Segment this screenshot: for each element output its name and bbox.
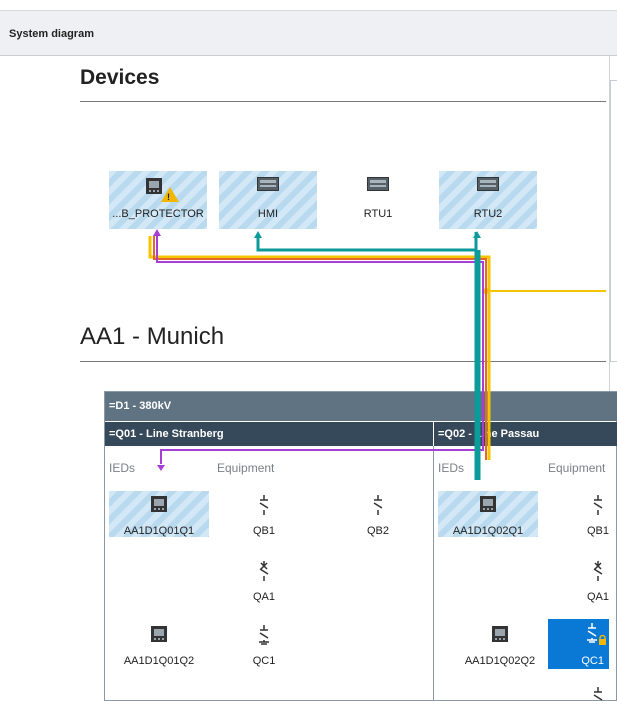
device-b-protector[interactable]: ! ...B_PROTECTOR: [109, 171, 207, 229]
equipment-column-header: Equipment: [217, 461, 275, 475]
device-label: RTU2: [473, 208, 503, 220]
equipment-qa1[interactable]: QA1: [214, 557, 314, 603]
voltage-level-header[interactable]: =D1 - 380kV: [105, 392, 617, 421]
ied-aa1d1q01q2[interactable]: AA1D1Q01Q2: [109, 621, 209, 667]
equipment-partial[interactable]: [548, 685, 609, 701]
equipment-qc1[interactable]: QC1: [214, 621, 314, 667]
circuit-breaker-icon: [257, 561, 271, 586]
ied-icon: [150, 625, 168, 648]
circuit-breaker-icon: [591, 561, 605, 586]
substation-section-divider: [80, 361, 606, 362]
computer-icon: [367, 177, 389, 196]
equipment-qb1[interactable]: QB1: [548, 491, 609, 537]
devices-section-divider: [80, 101, 606, 102]
ied-aa1d1q01q1[interactable]: AA1D1Q01Q1: [109, 491, 209, 537]
equipment-qb2[interactable]: QB2: [328, 491, 428, 537]
computer-icon: [477, 177, 499, 196]
lock-icon: [598, 632, 607, 650]
equipment-label: QA1: [252, 591, 275, 603]
bay-label: =Q01 - Line Stranberg: [109, 428, 224, 440]
equipment-column-header: Equipment: [548, 461, 606, 475]
earthing-switch-icon: [257, 625, 271, 650]
ieds-column-header: IEDs: [438, 461, 465, 475]
disconnector-icon: [371, 495, 385, 520]
equipment-label: QC1: [252, 655, 276, 667]
bay-label: =Q02 - Line Passau: [438, 428, 540, 440]
window-title: System diagram: [9, 28, 94, 40]
ied-label: AA1D1Q01Q1: [123, 525, 195, 537]
disconnector-icon: [257, 495, 271, 520]
device-rtu2[interactable]: RTU2: [439, 171, 537, 229]
earthing-switch-icon: [585, 623, 599, 648]
device-label: ...B_PROTECTOR: [112, 208, 204, 220]
equipment-qa1[interactable]: QA1: [548, 557, 609, 603]
equipment-label: QB1: [586, 525, 609, 537]
voltage-level-label: =D1 - 380kV: [109, 400, 172, 412]
side-panel[interactable]: [610, 80, 617, 362]
device-label: RTU1: [363, 208, 393, 220]
ied-aa1d1q02q2[interactable]: AA1D1Q02Q2: [450, 621, 550, 667]
device-rtu1[interactable]: RTU1: [329, 171, 427, 229]
equipment-label: QC1: [581, 655, 604, 667]
equipment-label: QB2: [366, 525, 389, 537]
device-label: HMI: [257, 208, 279, 220]
equipment-qc1-selected[interactable]: QC1: [548, 619, 609, 669]
bay-header-q02[interactable]: =Q02 - Line Passau: [434, 422, 617, 446]
window-titlebar: System diagram: [0, 10, 617, 56]
ied-aa1d1q02q1[interactable]: AA1D1Q02Q1: [438, 491, 538, 537]
devices-section-title: Devices: [80, 66, 160, 89]
device-hmi[interactable]: HMI: [219, 171, 317, 229]
disconnector-icon: [591, 495, 605, 520]
substation-section-title: AA1 - Munich: [80, 323, 225, 350]
ied-icon: [491, 625, 509, 648]
ieds-column-header: IEDs: [109, 461, 136, 475]
ied-icon: [479, 495, 497, 518]
warning-icon: [161, 187, 179, 202]
bay-divider: [433, 446, 434, 701]
equipment-label: QB1: [252, 525, 275, 537]
ied-icon: [150, 495, 168, 518]
ied-label: AA1D1Q01Q2: [123, 655, 195, 667]
equipment-qb1[interactable]: QB1: [214, 491, 314, 537]
ied-label: AA1D1Q02Q1: [452, 525, 524, 537]
computer-icon: [257, 177, 279, 196]
equipment-label: QA1: [586, 591, 609, 603]
disconnector-icon: [591, 687, 605, 701]
ied-label: AA1D1Q02Q2: [464, 655, 536, 667]
bay-header-q01[interactable]: =Q01 - Line Stranberg: [105, 422, 433, 446]
